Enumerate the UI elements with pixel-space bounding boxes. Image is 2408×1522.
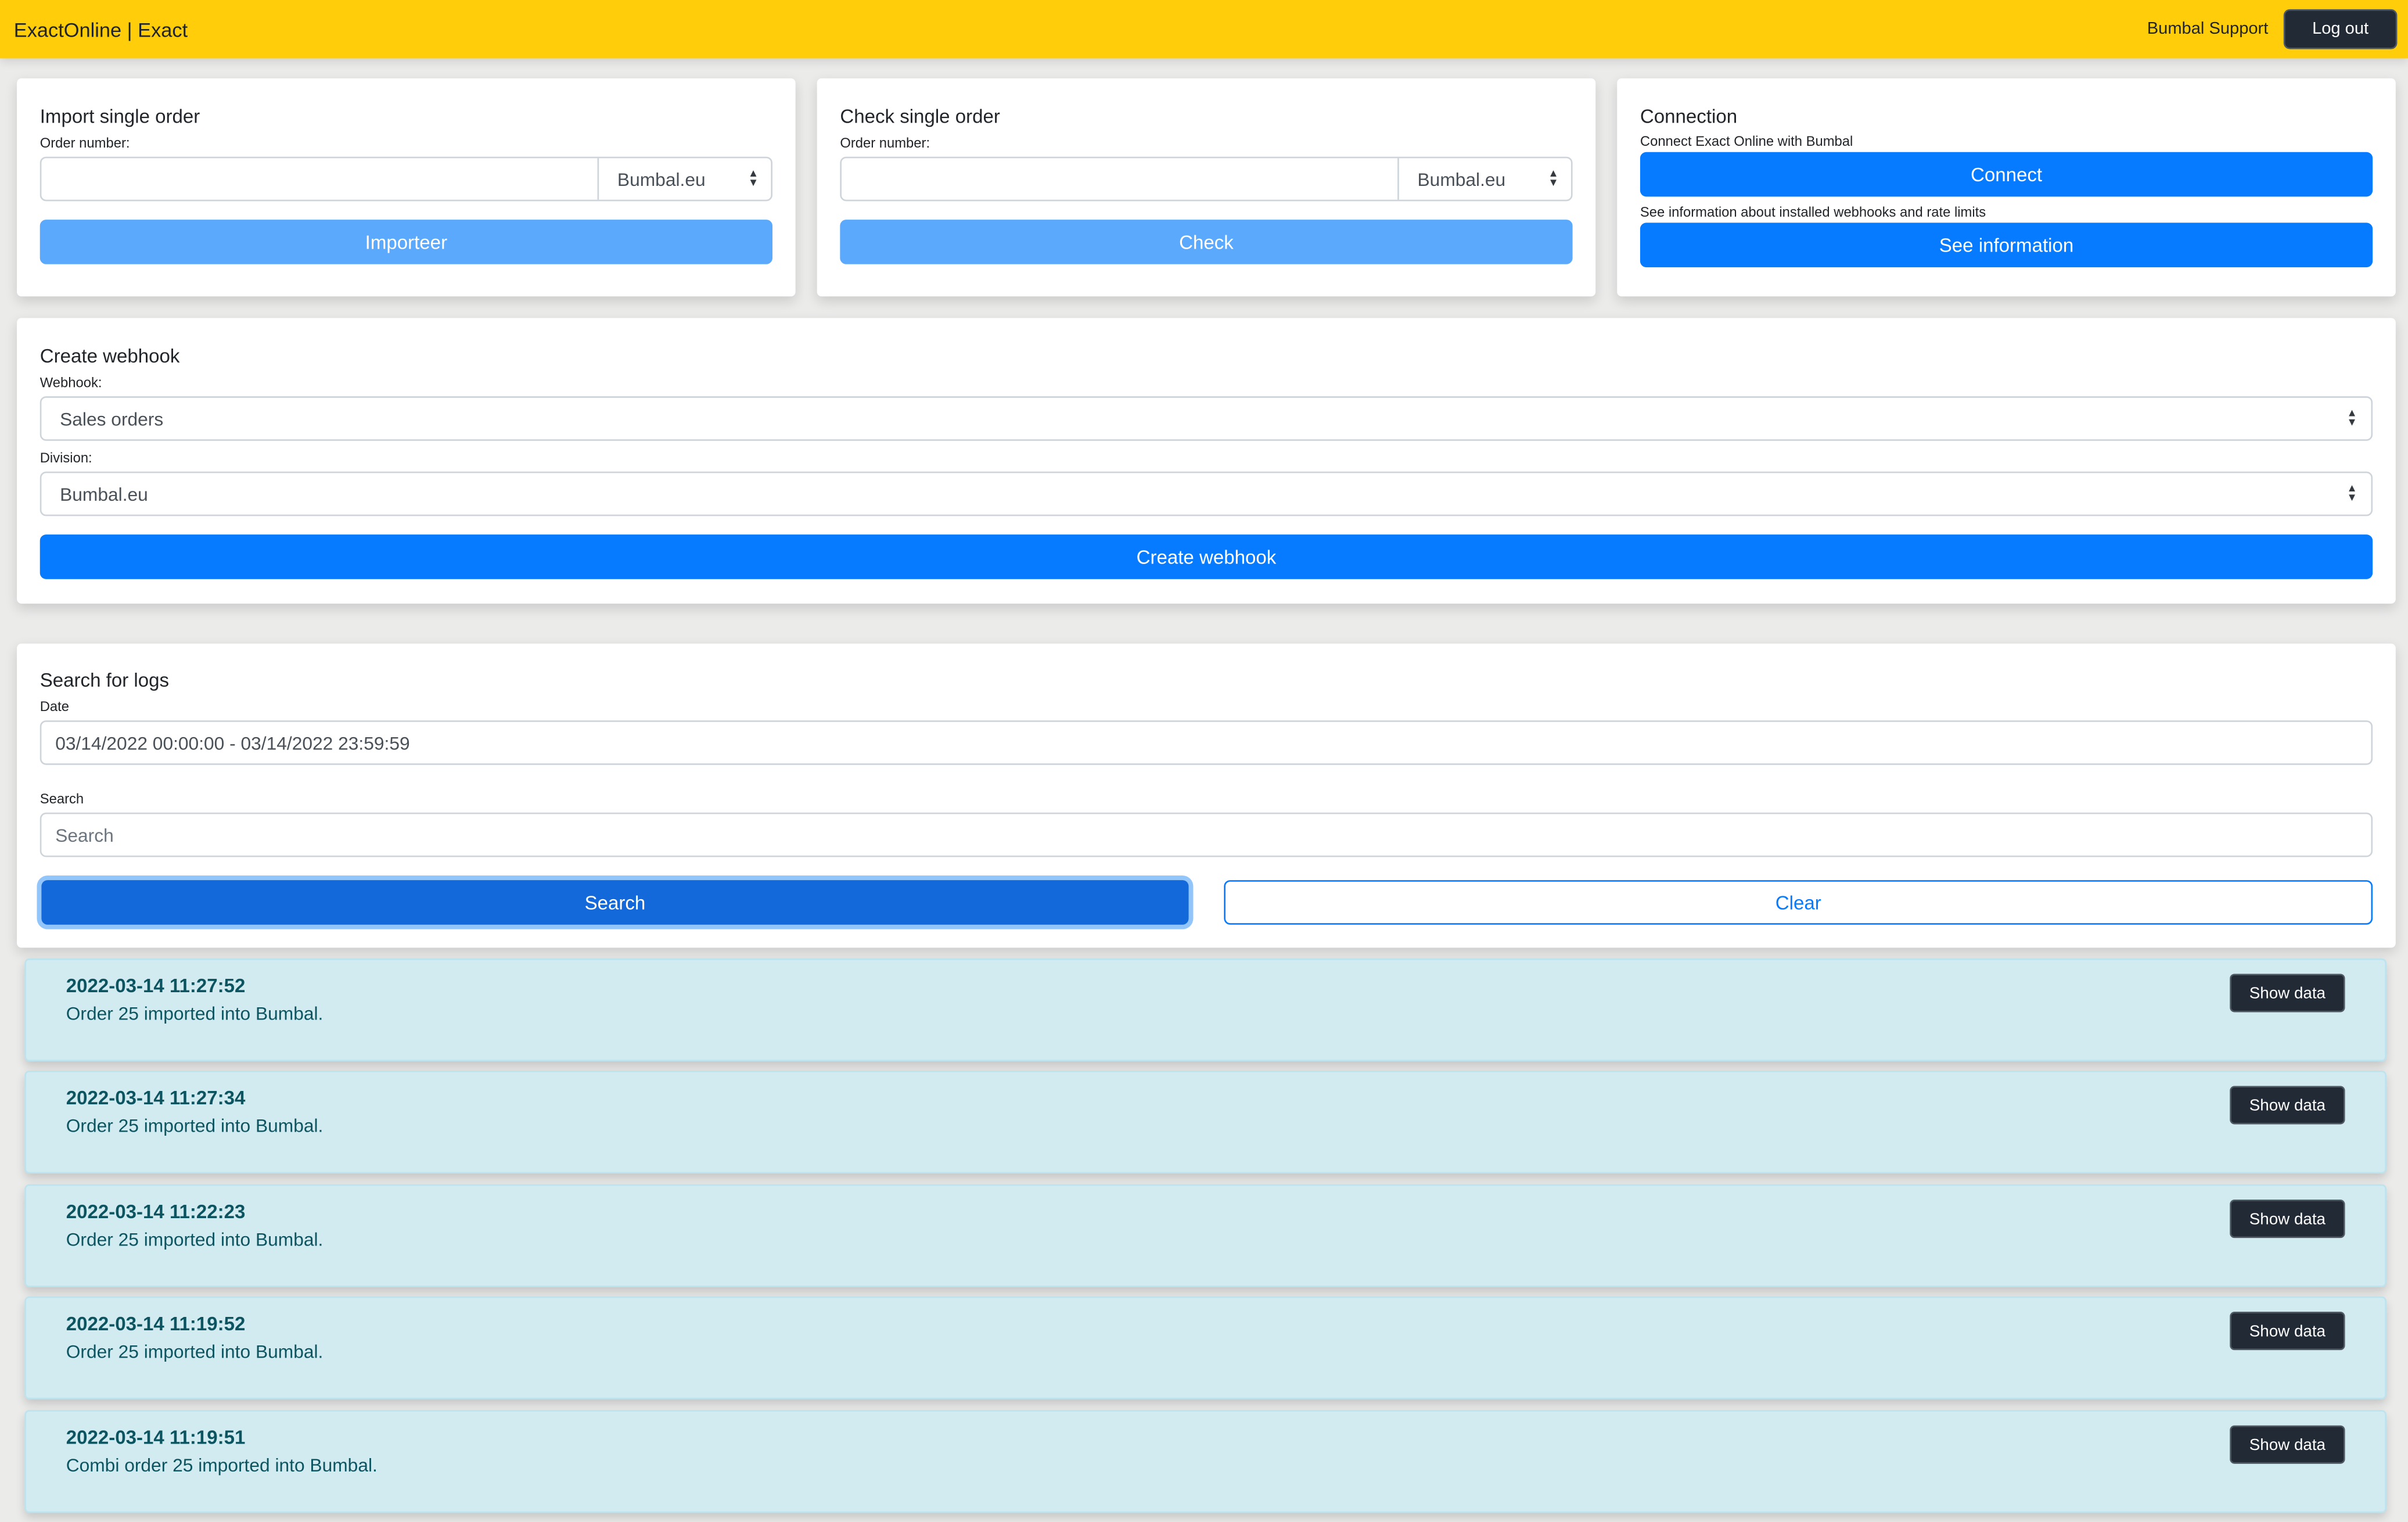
log-entry: 2022-03-14 11:22:23 Order 25 imported in… — [24, 1184, 2387, 1287]
show-data-button[interactable]: Show data — [2230, 1425, 2345, 1464]
import-order-card: Import single order Order number: Bumbal… — [17, 78, 796, 297]
log-message: Order 25 imported into Bumbal. — [66, 1341, 324, 1363]
show-data-button[interactable]: Show data — [2230, 1200, 2345, 1239]
log-timestamp: 2022-03-14 11:22:23 — [66, 1201, 246, 1223]
import-button[interactable]: Importeer — [39, 220, 772, 264]
date-range-input[interactable]: 03/14/2022 00:00:00 - 03/14/2022 23:59:5… — [39, 720, 2373, 765]
log-timestamp: 2022-03-14 11:19:51 — [66, 1427, 246, 1449]
navbar: ExactOnline | Exact Bumbal Support Log o… — [0, 0, 2408, 59]
select-arrows-icon: ▲ ▼ — [1548, 168, 1559, 188]
show-data-button[interactable]: Show data — [2230, 1086, 2345, 1125]
log-timestamp: 2022-03-14 11:27:34 — [66, 1087, 246, 1110]
card-title: Connection — [1640, 106, 1738, 128]
check-order-card: Check single order Order number: Bumbal.… — [817, 78, 1596, 297]
card-title: Check single order — [840, 106, 1000, 128]
order-number-label: Order number: — [840, 135, 930, 151]
log-timestamp: 2022-03-14 11:19:52 — [66, 1313, 246, 1335]
check-division-select[interactable]: Bumbal.eu ▲ ▼ — [1397, 158, 1571, 200]
select-arrows-icon: ▲ ▼ — [747, 168, 759, 188]
webhook-select[interactable]: Sales orders ▲ ▼ — [39, 396, 2373, 441]
search-input[interactable] — [39, 812, 2373, 857]
import-division-select[interactable]: Bumbal.eu ▲ ▼ — [597, 158, 771, 200]
selected-value: Bumbal.eu — [617, 168, 706, 190]
division-label: Division: — [39, 450, 92, 466]
card-title: Import single order — [39, 106, 200, 128]
logout-button[interactable]: Log out — [2283, 9, 2398, 49]
log-timestamp: 2022-03-14 11:27:52 — [66, 975, 246, 997]
create-webhook-card: Create webhook Webhook: Sales orders ▲ ▼ … — [17, 318, 2396, 604]
order-input-group: Bumbal.eu ▲ ▼ — [39, 156, 772, 202]
card-title: Create webhook — [39, 345, 180, 367]
page: ExactOnline | Exact Bumbal Support Log o… — [0, 0, 2408, 1522]
card-title: Search for logs — [39, 669, 170, 691]
selected-value: Bumbal.eu — [60, 483, 148, 505]
selected-value: Sales orders — [60, 408, 164, 430]
log-message: Order 25 imported into Bumbal. — [66, 1003, 324, 1025]
connection-card: Connection Connect Exact Online with Bum… — [1617, 78, 2396, 297]
select-arrows-icon: ▲ ▼ — [2346, 408, 2357, 428]
create-webhook-button[interactable]: Create webhook — [39, 534, 2373, 579]
log-entry: 2022-03-14 11:19:52 Order 25 imported in… — [24, 1296, 2387, 1399]
info-description: See information about installed webhooks… — [1640, 204, 1986, 220]
user-name: Bumbal Support — [2147, 20, 2269, 39]
connect-button[interactable]: Connect — [1640, 152, 2373, 197]
log-entry: 2022-03-14 11:27:34 Order 25 imported in… — [24, 1070, 2387, 1174]
log-entry: 2022-03-14 11:27:52 Order 25 imported in… — [24, 958, 2387, 1062]
see-information-button[interactable]: See information — [1640, 222, 2373, 268]
brand[interactable]: ExactOnline | Exact — [14, 17, 188, 41]
division-select[interactable]: Bumbal.eu ▲ ▼ — [39, 471, 2373, 516]
select-arrows-icon: ▲ ▼ — [2346, 483, 2357, 503]
order-number-label: Order number: — [39, 135, 130, 151]
date-label: Date — [39, 699, 70, 715]
log-message: Order 25 imported into Bumbal. — [66, 1115, 324, 1137]
search-button[interactable]: Search — [41, 880, 1189, 925]
webhook-label: Webhook: — [39, 375, 102, 390]
show-data-button[interactable]: Show data — [2230, 974, 2345, 1013]
log-entry: 2022-03-14 11:19:51 Combi order 25 impor… — [24, 1410, 2387, 1513]
search-logs-card: Search for logs Date 03/14/2022 00:00:00… — [17, 643, 2396, 948]
log-message: Order 25 imported into Bumbal. — [66, 1229, 324, 1251]
search-label: Search — [39, 791, 84, 807]
log-message: Combi order 25 imported into Bumbal. — [66, 1454, 378, 1476]
check-button[interactable]: Check — [840, 220, 1573, 264]
clear-button[interactable]: Clear — [1224, 880, 2373, 925]
show-data-button[interactable]: Show data — [2230, 1312, 2345, 1351]
order-input-group: Bumbal.eu ▲ ▼ — [840, 156, 1573, 202]
import-order-number-input[interactable] — [41, 158, 598, 200]
nav-right: Bumbal Support Log out — [2147, 9, 2398, 49]
connect-description: Connect Exact Online with Bumbal — [1640, 134, 1853, 149]
selected-value: Bumbal.eu — [1417, 168, 1506, 190]
check-order-number-input[interactable] — [841, 158, 1398, 200]
